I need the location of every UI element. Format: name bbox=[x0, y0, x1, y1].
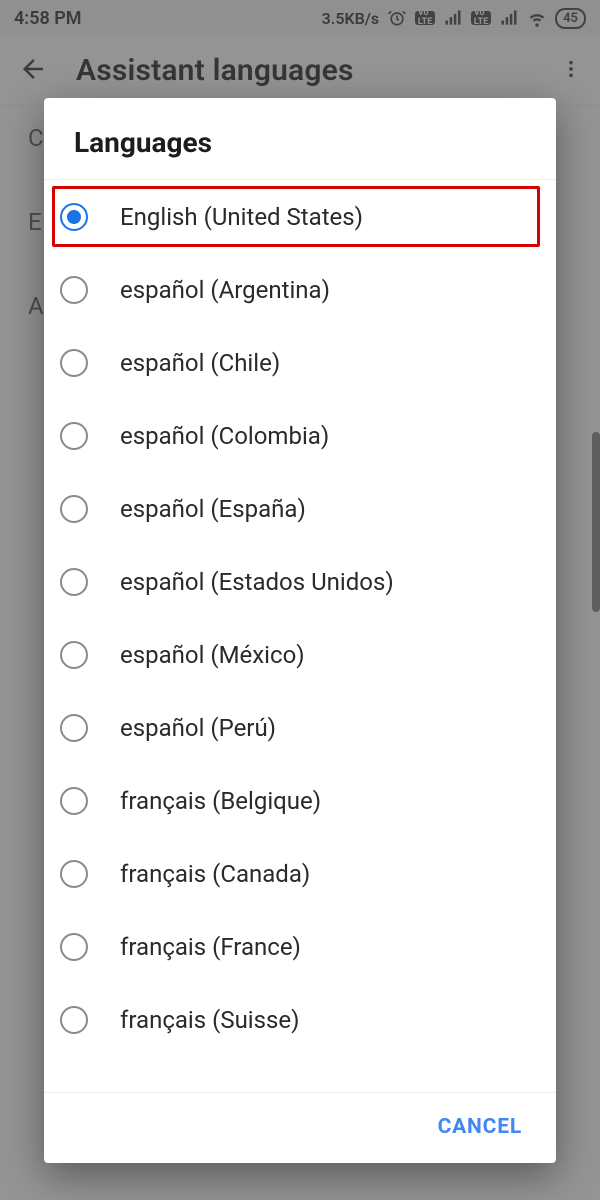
radio-icon[interactable] bbox=[60, 568, 88, 596]
language-label: français (Suisse) bbox=[120, 1006, 300, 1034]
radio-icon[interactable] bbox=[60, 422, 88, 450]
language-option[interactable]: français (France) bbox=[44, 910, 556, 983]
language-option[interactable]: English (United States) bbox=[44, 180, 556, 253]
radio-icon[interactable] bbox=[60, 714, 88, 742]
language-option[interactable]: français (Belgique) bbox=[44, 764, 556, 837]
language-label: español (España) bbox=[120, 495, 306, 523]
language-label: español (México) bbox=[120, 641, 305, 669]
radio-icon[interactable] bbox=[60, 641, 88, 669]
radio-icon[interactable] bbox=[60, 203, 88, 231]
language-label: español (Chile) bbox=[120, 349, 280, 377]
scrollbar[interactable] bbox=[592, 432, 600, 612]
language-label: English (United States) bbox=[120, 203, 363, 231]
radio-icon[interactable] bbox=[60, 1006, 88, 1034]
language-label: español (Perú) bbox=[120, 714, 276, 742]
language-option[interactable]: español (Colombia) bbox=[44, 399, 556, 472]
dialog-title: Languages bbox=[44, 98, 556, 180]
language-option[interactable]: español (España) bbox=[44, 472, 556, 545]
language-label: français (France) bbox=[120, 933, 301, 961]
radio-icon[interactable] bbox=[60, 495, 88, 523]
radio-icon[interactable] bbox=[60, 276, 88, 304]
language-option[interactable]: français (Suisse) bbox=[44, 983, 556, 1056]
language-option[interactable]: español (México) bbox=[44, 618, 556, 691]
radio-icon[interactable] bbox=[60, 933, 88, 961]
languages-dialog: Languages English (United States) español… bbox=[44, 98, 556, 1163]
language-list[interactable]: English (United States) español (Argentin… bbox=[44, 180, 556, 1092]
language-label: español (Estados Unidos) bbox=[120, 568, 394, 596]
language-label: français (Canada) bbox=[120, 860, 310, 888]
language-label: español (Colombia) bbox=[120, 422, 329, 450]
cancel-button[interactable]: CANCEL bbox=[438, 1115, 522, 1139]
language-option[interactable]: español (Perú) bbox=[44, 691, 556, 764]
language-option[interactable]: español (Chile) bbox=[44, 326, 556, 399]
dialog-actions: CANCEL bbox=[44, 1092, 556, 1163]
language-option[interactable]: español (Estados Unidos) bbox=[44, 545, 556, 618]
radio-icon[interactable] bbox=[60, 860, 88, 888]
radio-icon[interactable] bbox=[60, 349, 88, 377]
radio-icon[interactable] bbox=[60, 787, 88, 815]
language-option[interactable]: français (Canada) bbox=[44, 837, 556, 910]
language-option[interactable]: español (Argentina) bbox=[44, 253, 556, 326]
language-label: español (Argentina) bbox=[120, 276, 330, 304]
language-label: français (Belgique) bbox=[120, 787, 321, 815]
